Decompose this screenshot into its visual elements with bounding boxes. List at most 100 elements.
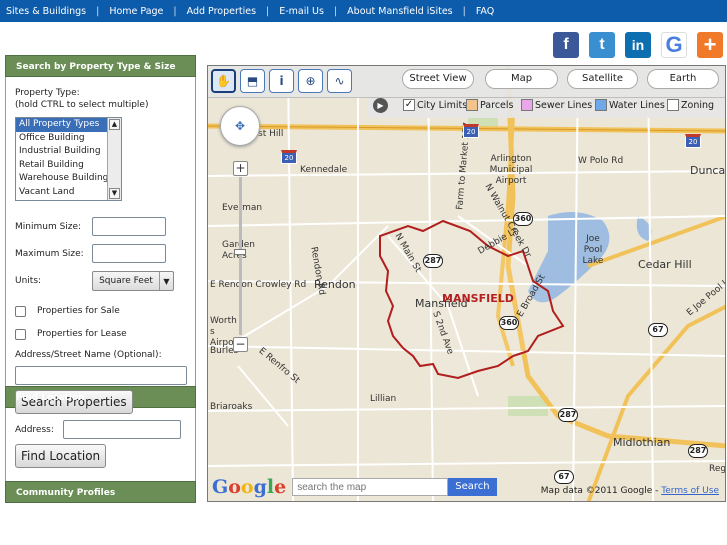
map-label: Briaroaks	[210, 402, 253, 412]
find-location-button[interactable]: Find Location	[15, 444, 107, 468]
for-sale-checkbox[interactable]	[15, 305, 26, 317]
find-address-label: Address:	[15, 424, 54, 435]
map-label: W Polo Rd	[578, 156, 624, 166]
map-search-button[interactable]: Search	[448, 478, 497, 496]
city-label-mansfield: MANSFIELD	[442, 292, 514, 305]
street-view-button[interactable]: Street View	[402, 69, 474, 89]
social-links: f t in G +	[553, 32, 723, 58]
map-search-input[interactable]	[292, 478, 449, 496]
layer-sewer-lines[interactable]: Sewer Lines	[521, 99, 592, 111]
min-size-label: Minimum Size:	[15, 221, 82, 232]
pan-hand-icon[interactable]: ✋	[211, 69, 236, 93]
highway-shield: 287	[558, 408, 578, 422]
listbox-scrollbar[interactable]: ▲ ▼	[107, 118, 121, 200]
map-type-map-button[interactable]: Map	[485, 69, 558, 89]
top-navigation: Sites & Buildings | Home Page | Add Proper…	[0, 0, 727, 22]
zoom-slider-handle[interactable]	[234, 249, 246, 255]
pan-control[interactable]: ✥	[220, 106, 260, 146]
map-view[interactable]: Kennedale Everman Arlington Municipal Ai…	[207, 65, 726, 502]
search-panel-title: Search by Property Type & Size	[5, 55, 196, 77]
terms-of-use-link[interactable]: Terms of Use	[661, 486, 719, 496]
layer-city-limits[interactable]: ✓ City Limits	[403, 99, 467, 111]
map-label: Joe Pool Lake	[582, 234, 604, 266]
layer-label: Water Lines	[609, 99, 665, 111]
google-logo: Google	[212, 476, 287, 498]
layer-label: Parcels	[480, 99, 514, 111]
nav-faq[interactable]: FAQ	[476, 6, 494, 17]
layer-swatch[interactable]	[466, 99, 478, 111]
interstate-shield: 20	[463, 124, 479, 138]
address-street-label: Address/Street Name (Optional):	[15, 350, 162, 360]
nav-separator: |	[96, 5, 100, 17]
listbox-option[interactable]: Warehouse Building	[16, 172, 121, 186]
layer-water-lines[interactable]: Water Lines	[595, 99, 665, 111]
map-label: Duncan	[690, 164, 726, 177]
layer-label: City Limits	[417, 99, 468, 111]
find-address-input[interactable]	[63, 420, 181, 439]
map-attribution: Map data ©2011 Google - Terms of Use	[541, 486, 719, 496]
expand-layers-icon[interactable]: ▶	[373, 98, 388, 113]
max-size-label: Maximum Size:	[15, 248, 84, 259]
zoom-out-button[interactable]: −	[233, 337, 248, 352]
for-lease-label: Properties for Lease	[37, 329, 127, 339]
units-value: Square Feet	[99, 276, 153, 286]
interstate-shield: 20	[281, 150, 297, 164]
nav-email-us[interactable]: E-mail Us	[279, 6, 324, 17]
search-panel: Property Type: (hold CTRL to select mult…	[5, 77, 196, 414]
select-area-icon[interactable]: ⬒	[240, 69, 265, 93]
highway-shield: 287	[423, 254, 443, 268]
satellite-button[interactable]: Satellite	[567, 69, 638, 89]
listbox-option[interactable]: Office Building	[16, 132, 121, 146]
address-street-input[interactable]	[15, 366, 187, 385]
listbox-option[interactable]: All Property Types	[16, 118, 121, 132]
info-icon[interactable]: i	[269, 69, 294, 93]
zoom-window-icon[interactable]: ⊕	[298, 69, 323, 93]
map-search-bar: Google Search	[212, 475, 497, 499]
zoom-control: + −	[233, 161, 248, 352]
scroll-down-icon[interactable]: ▼	[109, 188, 120, 199]
earth-button[interactable]: Earth	[647, 69, 719, 89]
nav-add-properties[interactable]: Add Properties	[187, 6, 256, 17]
property-type-hint: (hold CTRL to select multiple)	[15, 100, 149, 110]
listbox-option[interactable]: Vacant Land	[16, 186, 121, 200]
layer-swatch[interactable]	[595, 99, 607, 111]
linkedin-icon[interactable]: in	[625, 32, 651, 58]
facebook-icon[interactable]: f	[553, 32, 579, 58]
nav-separator: |	[333, 5, 338, 17]
highway-shield: 360	[499, 316, 519, 330]
map-label: Regi	[709, 464, 726, 474]
map-label: Kennedale	[300, 165, 348, 175]
layer-parcels[interactable]: Parcels	[466, 99, 513, 111]
min-size-input[interactable]	[92, 217, 166, 236]
layer-zoning[interactable]: Zoning	[667, 99, 714, 111]
listbox-option[interactable]: Industrial Building	[16, 145, 121, 159]
sidebar: Search by Property Type & Size Property …	[5, 55, 196, 503]
map-label: E Rendon Crowley Rd	[210, 280, 307, 290]
park-area	[508, 396, 548, 416]
layer-label: Sewer Lines	[535, 99, 593, 111]
map-label: Lillian	[370, 394, 397, 404]
layer-swatch[interactable]	[667, 99, 679, 111]
map-toolbar: ✋ ⬒ i ⊕ ∿ Street View Map Satellite Eart…	[208, 66, 725, 118]
layer-swatch[interactable]	[521, 99, 533, 111]
nav-about[interactable]: About Mansfield iSites	[347, 6, 452, 17]
scroll-up-icon[interactable]: ▲	[109, 119, 120, 130]
layer-label: Zoning	[681, 99, 715, 111]
google-icon[interactable]: G	[661, 32, 687, 58]
for-lease-checkbox[interactable]	[15, 328, 26, 340]
zoom-slider-track[interactable]	[239, 177, 242, 335]
twitter-icon[interactable]: t	[589, 32, 615, 58]
property-type-listbox[interactable]: All Property Types Office Building Indus…	[15, 117, 122, 201]
units-select[interactable]: Square Feet ▼	[92, 271, 174, 291]
nav-separator: |	[462, 5, 466, 17]
listbox-option[interactable]: Retail Building	[16, 159, 121, 173]
nav-sites-buildings[interactable]: Sites & Buildings	[6, 6, 86, 17]
max-size-input[interactable]	[92, 244, 166, 263]
checkbox-checked-icon[interactable]: ✓	[403, 99, 415, 111]
highway-shield: 67	[648, 323, 668, 337]
nav-home-page[interactable]: Home Page	[109, 6, 163, 17]
zoom-in-button[interactable]: +	[233, 161, 248, 176]
community-profiles-title[interactable]: Community Profiles	[5, 481, 196, 503]
google-plus-icon[interactable]: +	[697, 32, 723, 58]
measure-line-icon[interactable]: ∿	[327, 69, 352, 93]
